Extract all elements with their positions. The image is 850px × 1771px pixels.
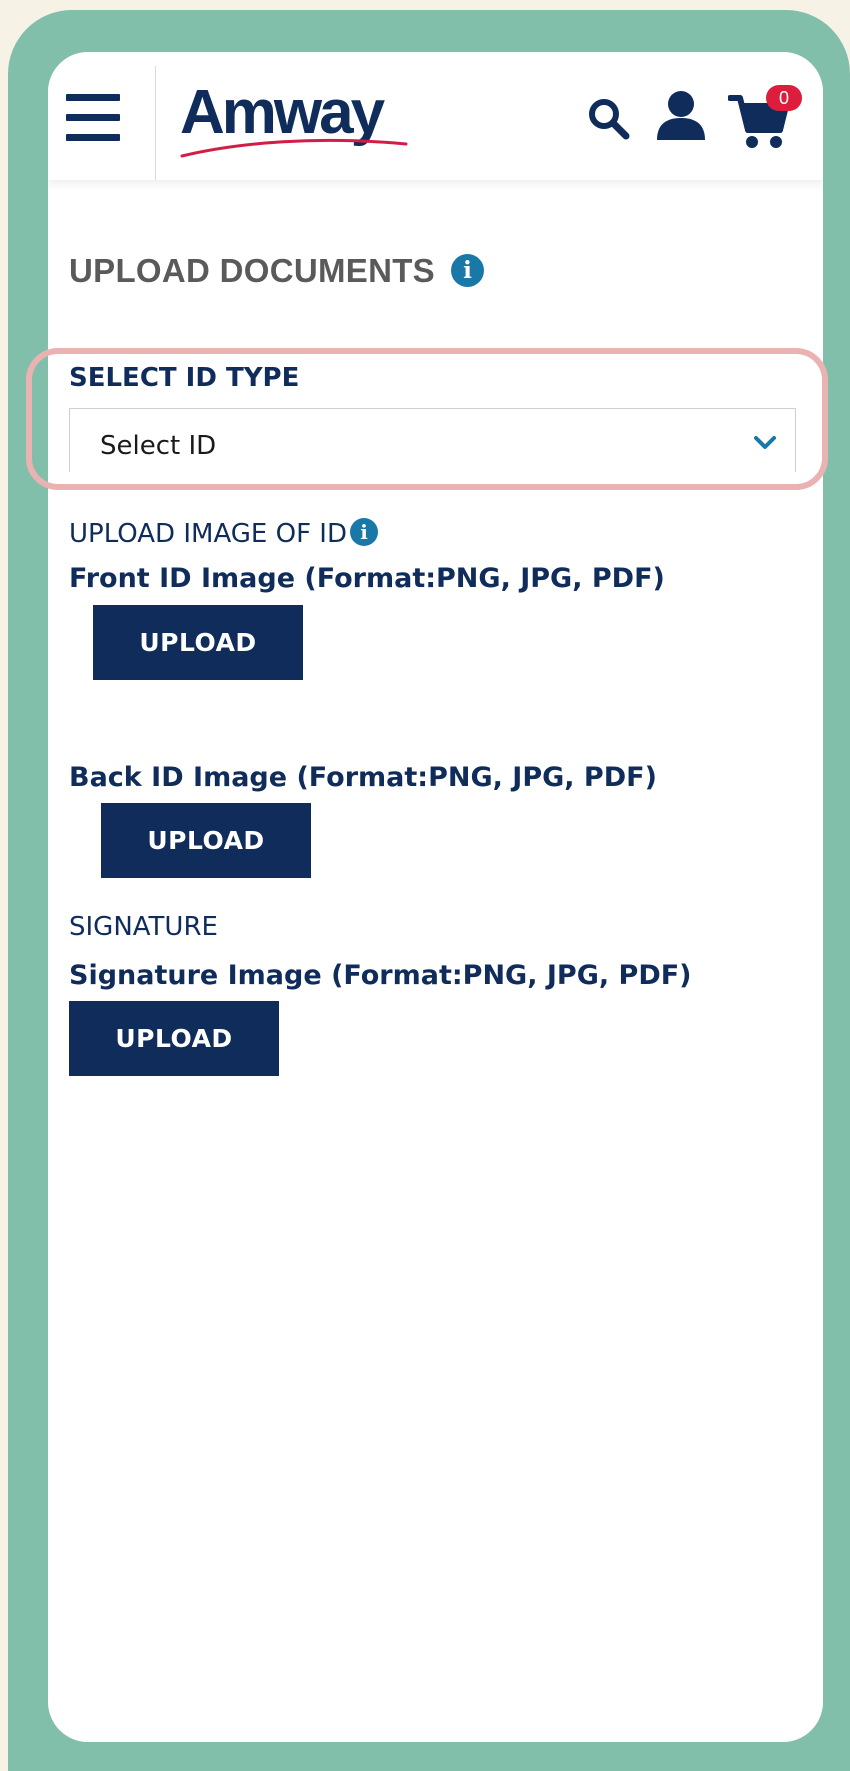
signature-image-label: Signature Image (Format:PNG, JPG, PDF) — [69, 960, 692, 991]
chevron-down-icon — [754, 436, 776, 449]
logo-swoosh — [180, 138, 408, 158]
upload-image-of-id-label: UPLOAD IMAGE OF ID — [69, 519, 347, 549]
cart-count-badge: 0 — [766, 85, 802, 111]
front-id-upload-button[interactable]: UPLOAD — [93, 605, 303, 680]
signature-label: SIGNATURE — [69, 912, 218, 942]
user-icon[interactable] — [655, 90, 707, 142]
id-type-label: SELECT ID TYPE — [69, 363, 300, 393]
menu-icon[interactable] — [66, 94, 120, 142]
id-type-select[interactable]: Select ID — [69, 408, 796, 472]
front-id-label: Front ID Image (Format:PNG, JPG, PDF) — [69, 563, 665, 594]
id-type-selected-value: Select ID — [100, 431, 217, 461]
info-icon[interactable]: i — [350, 518, 378, 546]
amway-logo[interactable]: Amway — [180, 82, 420, 166]
search-icon[interactable] — [586, 96, 632, 142]
info-icon[interactable]: i — [451, 254, 484, 287]
screen: Amway 0 UPLOAD DOCUMENTS i SELECT ID TYP… — [48, 52, 823, 1742]
signature-upload-button[interactable]: UPLOAD — [69, 1001, 279, 1076]
site-header: Amway 0 — [48, 52, 823, 180]
page-title: UPLOAD DOCUMENTS — [69, 252, 435, 289]
back-id-label: Back ID Image (Format:PNG, JPG, PDF) — [69, 762, 657, 793]
header-divider — [155, 66, 156, 180]
back-id-upload-button[interactable]: UPLOAD — [101, 803, 311, 878]
